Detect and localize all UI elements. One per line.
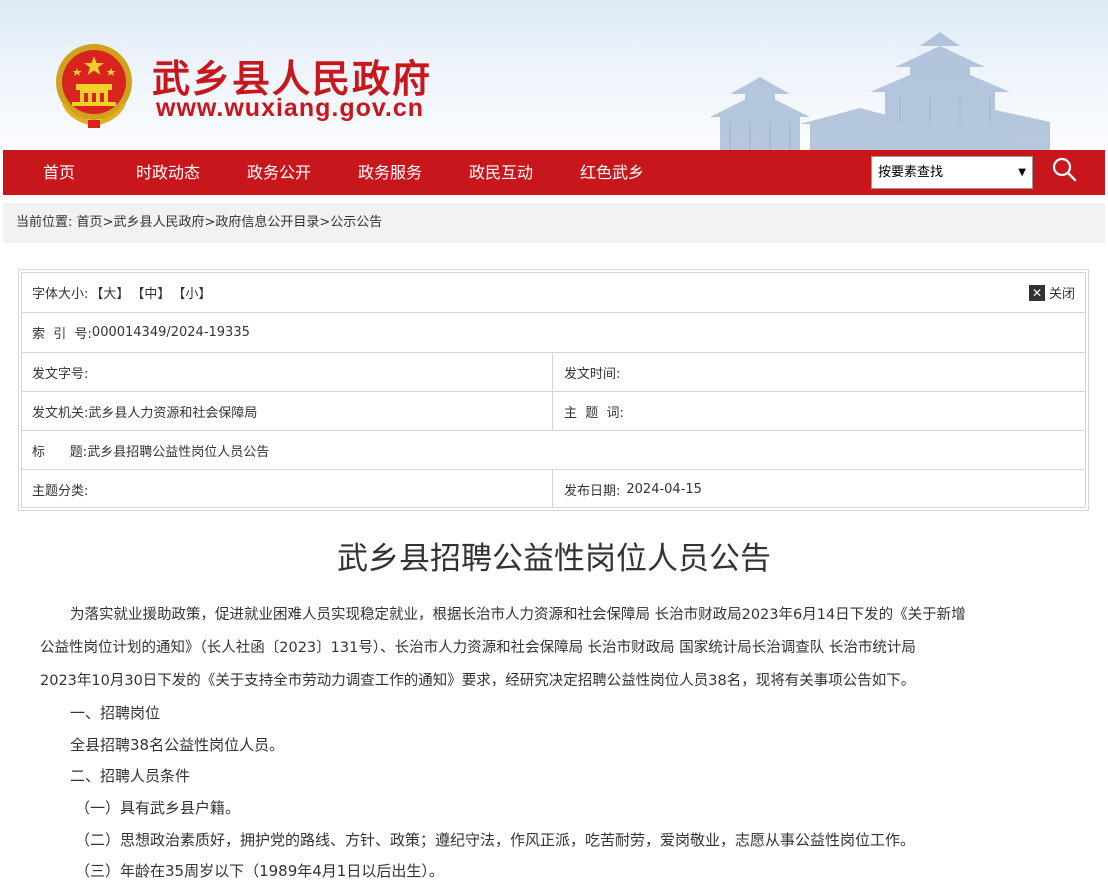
nav-gov-affairs[interactable]: 政务公开 [247,150,311,195]
font-size-large-button[interactable]: 【大】 [90,283,129,302]
font-size-label: 字体大小: [32,287,89,302]
intro-line-1: 为落实就业援助政策，促进就业困难人员实现稳定就业，根据长治市人力资源和社会保障局… [70,607,966,623]
meta-row-docno: 发文字号: 发文时间: [22,353,1085,392]
meta-row-title: 标 题: 武乡县招聘公益性岗位人员公告 [22,431,1085,470]
issuer-value: 武乡县人力资源和社会保障局 [88,405,258,421]
breadcrumb-home[interactable]: 首页 [77,215,103,230]
meta-row-topic: 主题分类: 发布日期: 2024-04-15 [22,470,1085,508]
section-1-text: 全县招聘38名公益性岗位人员。 [70,736,285,754]
breadcrumb-bar: 当前位置: 首页>武乡县人民政府>政府信息公开目录>公示公告 [3,203,1105,243]
main-nav: 首页 时政动态 政务公开 政务服务 政民互动 红色武乡 按要素查找 ▼ [3,150,1105,195]
doc-time-label: 发文时间: [564,366,621,382]
title-label: 标 题: [32,444,88,460]
doc-no-label: 发文字号: [32,366,89,382]
breadcrumb-notices[interactable]: 公示公告 [330,215,382,230]
close-label: 关闭 [1048,287,1075,302]
search-type-value: 按要素查找 [878,165,944,180]
close-icon: ✕ [1028,284,1045,301]
topic-label: 主题分类: [32,483,89,499]
publish-date-value: 2024-04-15 [626,481,702,497]
keywords-label: 主 题 词: [564,405,624,421]
publish-date-label: 发布日期: [564,483,621,499]
index-label: 索 引 号: [32,327,92,342]
article-title: 武乡县招聘公益性岗位人员公告 [337,541,771,577]
section-1-heading: 一、招聘岗位 [70,704,161,722]
site-header: 武乡县人民政府 www.wuxiang.gov.cn [0,0,1108,150]
meta-row-index: 索 引 号: 000014349/2024-19335 [22,313,1085,353]
national-emblem-icon [56,44,132,128]
breadcrumb: 当前位置: 首页>武乡县人民政府>政府信息公开目录>公示公告 [16,215,383,230]
breadcrumb-label: 当前位置: [16,215,73,230]
font-size-medium-button[interactable]: 【中】 [131,283,170,302]
section-2-heading: 二、招聘人员条件 [70,767,191,785]
condition-3: （三）年龄在35周岁以下（1989年4月1日以后出生）。 [75,862,444,880]
search-type-select[interactable]: 按要素查找 ▼ [871,156,1033,189]
breadcrumb-directory[interactable]: 政府信息公开目录 [215,215,319,230]
meta-row-issuer: 发文机关: 武乡县人力资源和社会保障局 主 题 词: [22,392,1085,431]
intro-line-3: 2023年10月30日下发的《关于支持全市劳动力调查工作的通知》要求，经研究决定… [40,673,916,689]
search-icon[interactable] [1049,155,1079,185]
nav-home[interactable]: 首页 [43,150,75,195]
breadcrumb-gov[interactable]: 武乡县人民政府 [113,215,204,230]
site-url: www.wuxiang.gov.cn [156,94,425,122]
nav-interaction[interactable]: 政民互动 [469,150,533,195]
nav-red-wuxiang[interactable]: 红色武乡 [580,150,644,195]
condition-2: （二）思想政治素质好，拥护党的路线、方针、政策；遵纪守法，作风正派，吃苦耐劳，爱… [75,831,916,849]
nav-gov-services[interactable]: 政务服务 [358,150,422,195]
nav-news[interactable]: 时政动态 [136,150,200,195]
temple-illustration [710,32,1050,150]
font-size-small-button[interactable]: 【小】 [172,283,211,302]
dropdown-arrow-icon: ▼ [1018,167,1026,178]
font-size-row: 字体大小: 【大】 【中】 【小】 ✕ 关闭 [22,273,1085,313]
close-button[interactable]: ✕ 关闭 [1028,273,1075,312]
title-value: 武乡县招聘公益性岗位人员公告 [87,444,270,460]
issuer-label: 发文机关: [32,405,89,421]
index-value: 000014349/2024-19335 [91,325,250,340]
intro-line-2: 公益性岗位计划的通知》（长人社函〔2023〕131号）、长治市人力资源和社会保障… [40,640,916,656]
condition-1: （一）具有武乡县户籍。 [75,799,241,817]
